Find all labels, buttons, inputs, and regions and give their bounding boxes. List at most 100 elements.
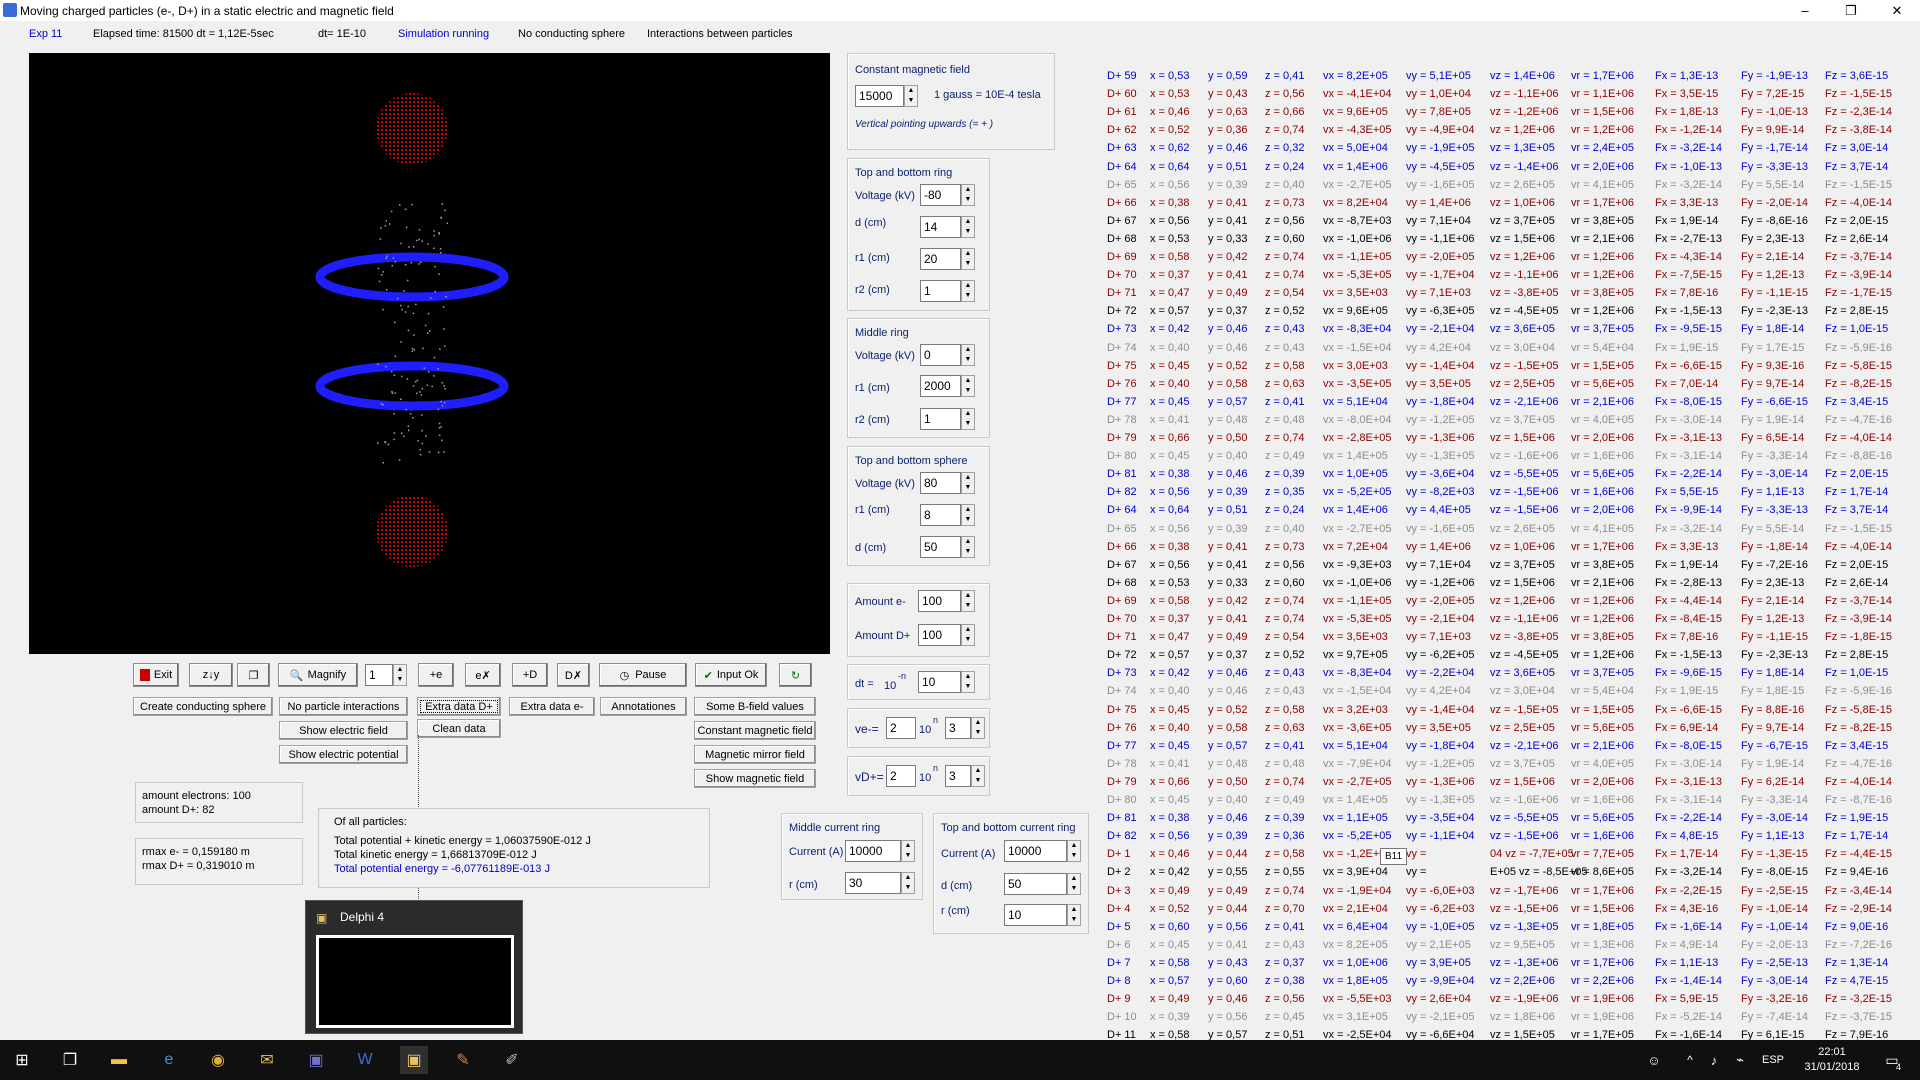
remove-deuteron-button[interactable]: D✗ [557, 663, 590, 687]
cell-fy: Fy = -8,0E-15 [1741, 866, 1808, 879]
r1-label: r1 (cm) [855, 382, 890, 394]
middle-r2-input[interactable]: 1 ▲ ▼ [920, 408, 975, 430]
ring-voltage-input[interactable]: -80 ▲ ▼ [920, 184, 975, 206]
middle-current-input[interactable]: 10000 ▲ ▼ [845, 840, 915, 862]
network-icon[interactable]: ⌁ [1726, 1046, 1754, 1074]
magnetic-field-input[interactable]: 15000 ▲ ▼ [855, 85, 918, 107]
task-view-icon[interactable]: ❐ [56, 1046, 84, 1074]
amount-d-input[interactable]: 100 ▲ ▼ [918, 624, 975, 646]
particle-dot [417, 440, 419, 442]
sphere-r1-input[interactable]: 8 ▲ ▼ [920, 504, 975, 526]
cell-vz: vz = 1,8E+06 [1490, 1011, 1555, 1024]
windows-start-icon[interactable]: ⊞ [8, 1046, 36, 1074]
vd-exponent-input[interactable]: 3 ▲ ▼ [945, 765, 985, 787]
data-row: D+ 77 x = 0,45 y = 0,57 z = 0,41 vx = 5,1E+0… [1107, 740, 1907, 758]
cell-fy: Fy = 9,3E-16 [1741, 359, 1805, 372]
current-label: Current (A) [941, 848, 996, 860]
notification-icon[interactable]: ▭ [1878, 1046, 1906, 1074]
data-row: D+ 5 x = 0,60 y = 0,56 z = 0,41 vx = 6,4E+04… [1107, 921, 1907, 939]
refresh-button[interactable]: ↻ [779, 663, 812, 687]
cell-vx: vx = -3,5E+05 [1323, 377, 1392, 390]
tb-current-d-input[interactable]: 50 ▲ ▼ [1004, 873, 1081, 895]
spinner-arrows[interactable]: ▲ ▼ [393, 664, 407, 686]
magnetic-mirror-button[interactable]: Magnetic mirror field [694, 745, 816, 764]
close-button[interactable]: ✕ [1874, 0, 1920, 21]
middle-current-r-input[interactable]: 30 ▲ ▼ [845, 872, 915, 894]
exit-button[interactable]: Exit [133, 663, 179, 687]
dt-base: 10 [884, 680, 897, 692]
cell-vz: vz = -2,1E+06 [1490, 395, 1559, 408]
cell-fz: Fz = -1,5E-15 [1825, 178, 1892, 191]
extra-data-e-button[interactable]: Extra data e- [509, 697, 595, 716]
ring-r2-input[interactable]: 1 ▲ ▼ [920, 280, 975, 302]
people-icon[interactable]: ☺ [1640, 1046, 1668, 1074]
cell-fy: Fy = -3,3E-13 [1741, 160, 1808, 173]
app-icon[interactable]: ▣ [302, 1046, 330, 1074]
voltage-label: Voltage (kV) [855, 190, 915, 202]
mail-icon[interactable]: ✉ [253, 1046, 281, 1074]
show-magnetic-field-button[interactable]: Show magnetic field [694, 769, 816, 788]
word-icon[interactable]: W [351, 1046, 379, 1074]
create-sphere-button[interactable]: Create conducting sphere [133, 697, 273, 716]
cell-y: y = 0,57 [1208, 395, 1248, 408]
cell-fz: Fz = 1,3E-14 [1825, 956, 1889, 969]
show-electric-field-button[interactable]: Show electric field [279, 721, 408, 740]
no-interactions-button[interactable]: No particle interactions [279, 697, 408, 716]
extra-data-d-button[interactable]: Extra data D+ [417, 697, 501, 716]
tb-current-input[interactable]: 10000 ▲ ▼ [1004, 840, 1081, 862]
data-row: D+ 78 x = 0,41 y = 0,48 z = 0,48 vx = -7,9E+… [1107, 758, 1907, 776]
magnify-button[interactable]: 🔍 Magnify [278, 663, 358, 687]
annotations-button[interactable]: Annotationes [600, 697, 687, 716]
ve-exponent-input[interactable]: 3 ▲ ▼ [945, 717, 985, 739]
middle-voltage-input[interactable]: 0 ▲ ▼ [920, 344, 975, 366]
add-electron-button[interactable]: +e [418, 663, 454, 687]
panel-title: Top and bottom ring [855, 167, 953, 179]
particle-dot [408, 246, 410, 248]
copy-icon[interactable]: ❐ [237, 663, 270, 687]
particle-dot [418, 238, 420, 241]
volume-icon[interactable]: ♪ [1700, 1046, 1728, 1074]
maximize-button[interactable]: ❐ [1828, 0, 1874, 21]
cell-fx: Fx = 1,9E-14 [1655, 558, 1719, 571]
clean-data-button[interactable]: Clean data [417, 719, 501, 738]
vd-mantissa-input[interactable]: 2 [886, 765, 916, 787]
delphi-taskbar-icon[interactable]: ▣ [400, 1046, 428, 1074]
dt-input[interactable]: 10 ▲ ▼ [918, 671, 975, 693]
middle-ring-panel: Middle ring Voltage (kV) 0 ▲ ▼ r1 (cm) 200… [847, 318, 990, 438]
edge-icon[interactable]: e [155, 1046, 183, 1074]
pause-button[interactable]: ◷ Pause [599, 663, 687, 687]
cell-fy: Fy = 1,9E-14 [1741, 413, 1805, 426]
ve-mantissa-input[interactable]: 2 [886, 717, 916, 739]
chrome-icon[interactable]: ◉ [204, 1046, 232, 1074]
language-indicator[interactable]: ESP [1762, 1054, 1784, 1066]
taskbar-preview[interactable]: ▣ Delphi 4 [305, 900, 523, 1034]
paint-icon[interactable]: ✐ [498, 1046, 526, 1074]
cell-vx: vx = -5,3E+05 [1323, 613, 1392, 625]
file-explorer-icon[interactable]: ▬ [105, 1046, 133, 1074]
add-deuteron-button[interactable]: +D [512, 663, 548, 687]
sphere-voltage-input[interactable]: 80 ▲ ▼ [920, 472, 975, 494]
amount-e-input[interactable]: 100 ▲ ▼ [918, 590, 975, 612]
ring-r1-input[interactable]: 20 ▲ ▼ [920, 248, 975, 270]
some-b-values-button[interactable]: Some B-field values [694, 697, 816, 716]
tool-icon[interactable]: ✎ [449, 1046, 477, 1074]
minimize-button[interactable]: – [1782, 0, 1828, 21]
cell-x: x = 0,57 [1150, 649, 1190, 662]
tb-current-r-input[interactable]: 10 ▲ ▼ [1004, 904, 1081, 926]
simulation-canvas[interactable] [29, 53, 830, 654]
middle-r1-input[interactable]: 2000 ▲ ▼ [920, 375, 975, 397]
magnify-spinner[interactable]: 1 ▲ ▼ [365, 664, 407, 686]
cell-y: y = 0,52 [1208, 359, 1248, 372]
clock[interactable]: 22:01 31/01/2018 [1802, 1045, 1862, 1075]
input-ok-button[interactable]: ✔ Input Ok [695, 663, 767, 687]
zy-view-button[interactable]: z↓y [189, 663, 233, 687]
remove-electron-button[interactable]: e✗ [465, 663, 501, 687]
show-electric-potential-button[interactable]: Show electric potential [279, 745, 408, 764]
ring-d-input[interactable]: 14 ▲ ▼ [920, 216, 975, 238]
particle-dot [411, 350, 414, 352]
cell-x: x = 0,53 [1150, 70, 1190, 82]
particle-dot [404, 311, 407, 313]
cell-z: z = 0,60 [1265, 576, 1305, 589]
constant-magnetic-field-button[interactable]: Constant magnetic field [694, 721, 816, 740]
sphere-d-input[interactable]: 50 ▲ ▼ [920, 536, 975, 558]
